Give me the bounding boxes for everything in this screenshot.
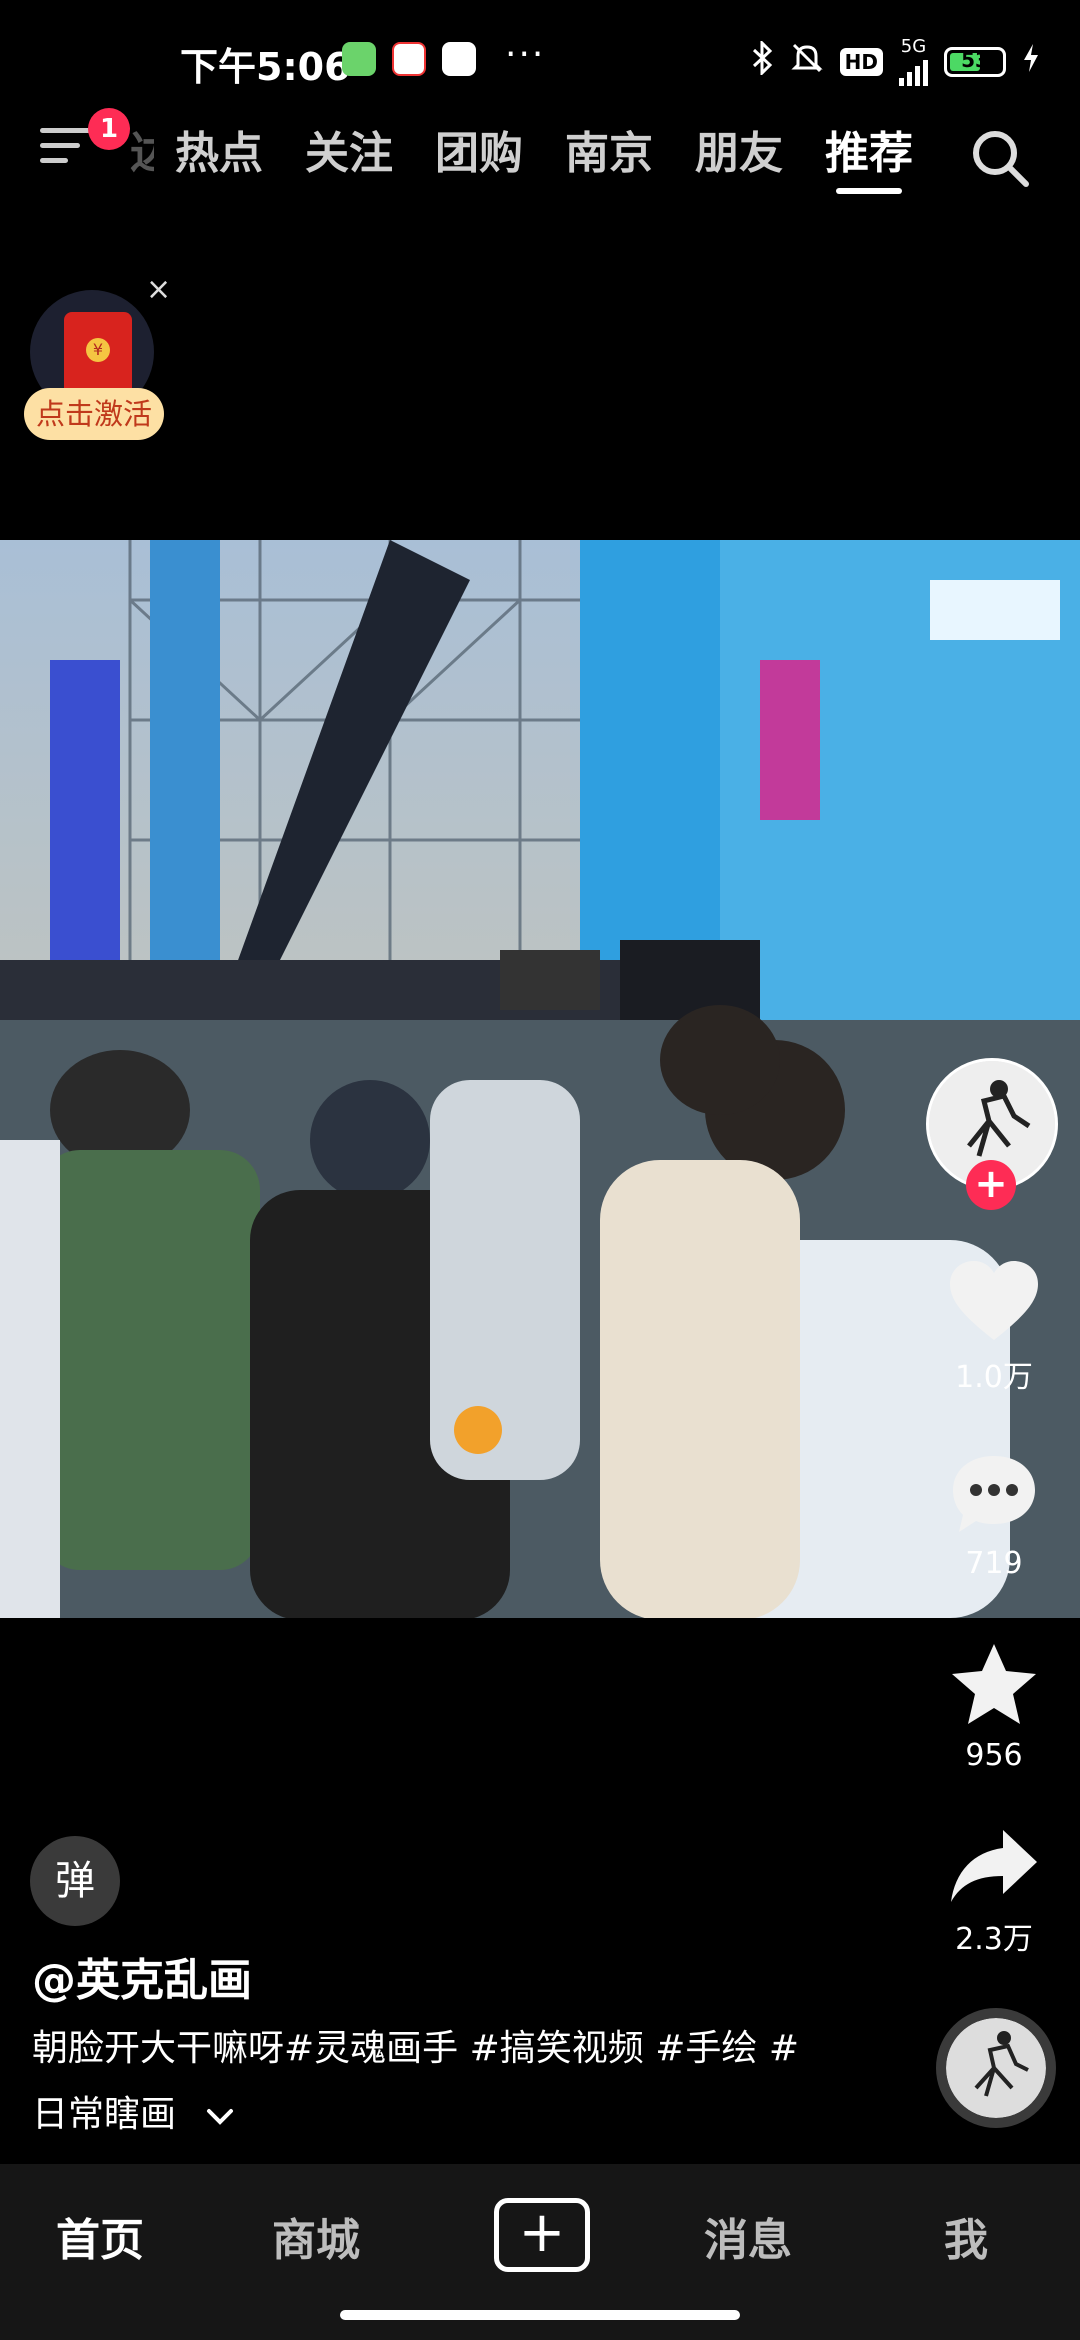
- search-icon[interactable]: [968, 126, 1032, 190]
- coin-icon: ¥: [86, 338, 110, 362]
- heart-icon: [950, 1261, 1038, 1340]
- tab-nanjing[interactable]: 南京: [544, 124, 674, 194]
- follow-button[interactable]: +: [966, 1160, 1016, 1210]
- 58-app-icon: [392, 42, 426, 76]
- network-label: 5G: [900, 36, 927, 57]
- nav-me[interactable]: 我: [944, 2204, 988, 2268]
- share-arrow-icon: [951, 1830, 1037, 1902]
- top-tabs: 达 热点 关注 团购 南京 朋友 推荐: [130, 124, 934, 194]
- android-green-icon: [342, 42, 376, 76]
- signal-icon: [899, 56, 928, 86]
- post-description[interactable]: 朝脸开大干嘛呀#灵魂画手 #搞笑视频 #手绘 #日常瞎画: [32, 2016, 832, 2149]
- charging-icon: [1022, 43, 1040, 81]
- video-player[interactable]: [0, 540, 1080, 1618]
- red-packet-promo[interactable]: ¥ 点击激活: [24, 286, 164, 446]
- favorite-count: 956: [965, 1738, 1023, 1773]
- clover-app-icon: [442, 42, 476, 76]
- tab-hot[interactable]: 热点: [154, 124, 284, 194]
- mute-bell-icon: [790, 41, 824, 83]
- tab-recommended[interactable]: 推荐: [804, 124, 934, 194]
- video-frame-image: [0, 540, 1080, 1618]
- author-name[interactable]: @英克乱画: [32, 1944, 252, 2008]
- description-text: 朝脸开大干嘛呀#灵魂画手 #搞笑视频 #手绘 #日常瞎画: [32, 2028, 799, 2135]
- battery-icon: 53: [944, 47, 1006, 77]
- share-button[interactable]: 2.3万: [930, 1826, 1058, 1958]
- tab-group-buy[interactable]: 团购: [414, 124, 544, 194]
- status-right-group: HD 5G 53: [750, 38, 1040, 86]
- tab-friends[interactable]: 朋友: [674, 124, 804, 194]
- star-icon: [952, 1644, 1036, 1724]
- music-disc[interactable]: [936, 2008, 1056, 2128]
- chevron-down-icon[interactable]: [205, 2083, 235, 2149]
- status-time: 下午5:06: [180, 45, 351, 89]
- status-more-indicator: ···: [505, 34, 546, 75]
- home-indicator[interactable]: [340, 2310, 740, 2320]
- comment-count: 719: [965, 1546, 1023, 1581]
- comment-button[interactable]: 719: [930, 1452, 1058, 1581]
- danmu-button[interactable]: 弹: [30, 1836, 120, 1926]
- like-button[interactable]: 1.0万: [930, 1258, 1058, 1396]
- music-cover-icon: [946, 2018, 1046, 2118]
- promo-activate-label: 点击激活: [24, 388, 164, 440]
- bluetooth-icon: [750, 39, 774, 83]
- nav-messages[interactable]: 消息: [704, 2204, 792, 2268]
- like-count: 1.0万: [955, 1360, 1033, 1395]
- notification-badge: 1: [88, 108, 130, 150]
- tab-partial[interactable]: 达: [130, 124, 154, 194]
- nav-home[interactable]: 首页: [56, 2204, 144, 2268]
- comment-icon: [953, 1456, 1035, 1532]
- battery-level: 53: [961, 48, 989, 72]
- promo-close-icon[interactable]: ×: [146, 272, 171, 307]
- create-button[interactable]: +: [494, 2198, 590, 2272]
- network-indicator: 5G: [899, 38, 928, 86]
- share-count: 2.3万: [955, 1922, 1033, 1957]
- nav-mall[interactable]: 商城: [272, 2204, 360, 2268]
- favorite-button[interactable]: 956: [930, 1640, 1058, 1773]
- hd-badge: HD: [839, 48, 883, 76]
- tab-following[interactable]: 关注: [284, 124, 414, 194]
